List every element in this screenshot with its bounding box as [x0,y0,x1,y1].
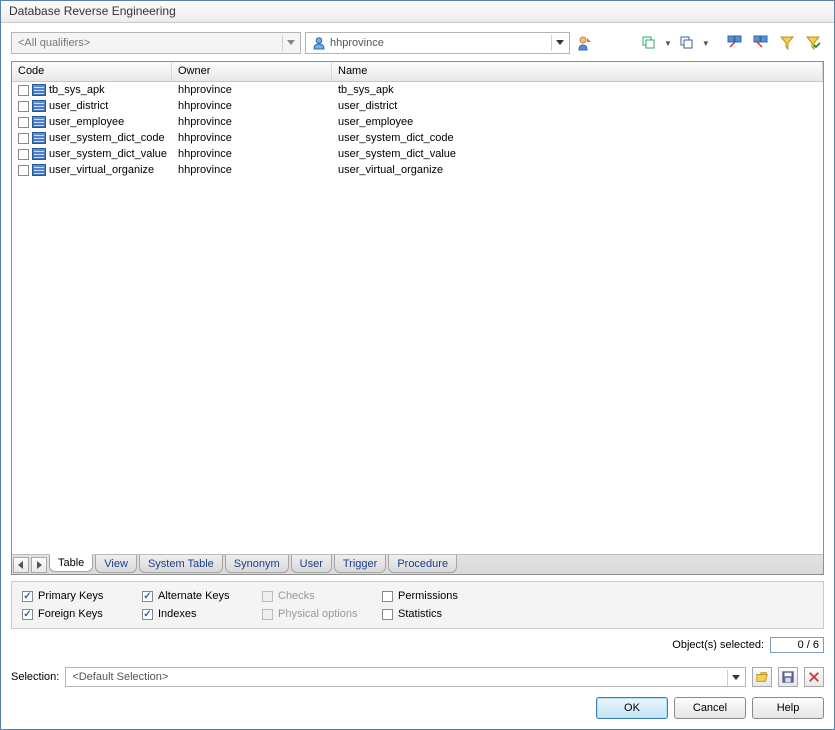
footer-buttons: OK Cancel Help [11,697,824,719]
row-checkbox[interactable] [18,101,29,112]
row-owner: hhprovince [178,100,232,112]
selection-value: <Default Selection> [72,671,168,683]
table-icon [32,116,46,128]
tab-view[interactable]: View [95,555,137,573]
row-checkbox[interactable] [18,165,29,176]
opt-permissions[interactable]: Permissions [382,590,482,602]
row-code: tb_sys_apk [49,84,105,96]
row-checkbox[interactable] [18,117,29,128]
row-code: user_virtual_organize [49,164,154,176]
opt-checks: Checks [262,590,362,602]
filter-apply-icon[interactable] [802,32,824,54]
owner-value: hhprovince [330,37,384,49]
table-container: Code Owner Name tb_sys_apkhhprovincetb_s… [11,61,824,575]
table-icon [32,132,46,144]
selection-dropdown[interactable]: <Default Selection> [65,667,746,687]
table-row[interactable]: user_virtual_organize hhprovince user_virt… [12,162,823,178]
tab-user[interactable]: User [291,555,332,573]
opt-physical-options: Physical options [262,608,362,620]
selection-label: Selection: [11,671,59,683]
help-button[interactable]: Help [752,697,824,719]
opt-alternate-keys[interactable]: Alternate Keys [142,590,242,602]
row-name: tb_sys_apk [338,84,394,96]
opt-indexes[interactable]: Indexes [142,608,242,620]
table-icon [32,164,46,176]
selection-count-label: Object(s) selected: [672,639,764,651]
tab-system-table[interactable]: System Table [139,555,223,573]
tab-table[interactable]: Table [49,554,93,572]
row-code: user_employee [49,116,124,128]
table-row[interactable]: user_district hhprovince user_district [12,98,823,114]
col-header-code[interactable]: Code [12,62,172,81]
folder-open-icon[interactable] [752,667,772,687]
table-row[interactable]: user_system_dict_code hhprovince user_syst… [12,130,823,146]
owner-tool-icon[interactable] [574,32,596,54]
caret-icon[interactable]: ▼ [702,39,710,48]
row-code: user_district [49,100,108,112]
row-owner: hhprovince [178,116,232,128]
row-owner: hhprovince [178,164,232,176]
table-icon [32,84,46,96]
row-owner: hhprovince [178,148,232,160]
tab-strip: TableViewSystem TableSynonymUserTriggerP… [12,554,823,574]
caret-icon[interactable]: ▼ [664,39,672,48]
qualifier-dropdown[interactable]: <All qualifiers> [11,32,301,54]
delete-icon[interactable] [804,667,824,687]
row-name: user_system_dict_code [338,132,454,144]
copy-alt-icon[interactable] [676,32,698,54]
col-header-owner[interactable]: Owner [172,62,332,81]
cancel-button[interactable]: Cancel [674,697,746,719]
row-code: user_system_dict_value [49,148,167,160]
qualifier-value: <All qualifiers> [18,37,90,49]
chevron-down-icon [551,35,567,51]
row-checkbox[interactable] [18,133,29,144]
table-icon [32,148,46,160]
table-row[interactable]: tb_sys_apk hhprovince tb_sys_apk [12,82,823,98]
content-area: <All qualifiers> hhprovince [1,23,834,729]
options-panel: Primary Keys Foreign Keys Alternate Keys… [11,581,824,629]
ok-button[interactable]: OK [596,697,668,719]
user-icon [312,36,326,50]
chevron-down-icon [282,35,298,51]
tab-procedure[interactable]: Procedure [388,555,457,573]
row-name: user_virtual_organize [338,164,443,176]
row-owner: hhprovince [178,84,232,96]
chevron-down-icon [727,670,743,686]
tab-scroll-right[interactable] [31,557,47,573]
copy-icon[interactable] [638,32,660,54]
deselect-all-icon[interactable] [750,32,772,54]
owner-dropdown[interactable]: hhprovince [305,32,570,54]
row-name: user_district [338,100,397,112]
row-name: user_system_dict_value [338,148,456,160]
tab-scroll-left[interactable] [13,557,29,573]
tab-synonym[interactable]: Synonym [225,555,289,573]
titlebar: Database Reverse Engineering [1,1,834,23]
selection-count-value: 0 / 6 [770,637,824,653]
opt-foreign-keys[interactable]: Foreign Keys [22,608,122,620]
window-title: Database Reverse Engineering [9,4,176,18]
row-checkbox[interactable] [18,85,29,96]
dialog-window: Database Reverse Engineering <All qualif… [0,0,835,730]
row-checkbox[interactable] [18,149,29,160]
selection-count-line: Object(s) selected: 0 / 6 [11,637,824,653]
top-toolbar: <All qualifiers> hhprovince [11,31,824,55]
table-header: Code Owner Name [12,62,823,82]
table-body: tb_sys_apk hhprovince tb_sys_apk user_distr… [12,82,823,554]
row-name: user_employee [338,116,413,128]
filter-icon[interactable] [776,32,798,54]
opt-primary-keys[interactable]: Primary Keys [22,590,122,602]
table-row[interactable]: user_system_dict_value hhprovince user_sys… [12,146,823,162]
tab-trigger[interactable]: Trigger [334,555,386,573]
table-row[interactable]: user_employee hhprovince user_employee [12,114,823,130]
table-icon [32,100,46,112]
opt-statistics[interactable]: Statistics [382,608,482,620]
selection-row: Selection: <Default Selection> [11,667,824,687]
select-all-icon[interactable] [724,32,746,54]
col-header-name[interactable]: Name [332,62,823,81]
save-icon[interactable] [778,667,798,687]
row-code: user_system_dict_code [49,132,165,144]
row-owner: hhprovince [178,132,232,144]
